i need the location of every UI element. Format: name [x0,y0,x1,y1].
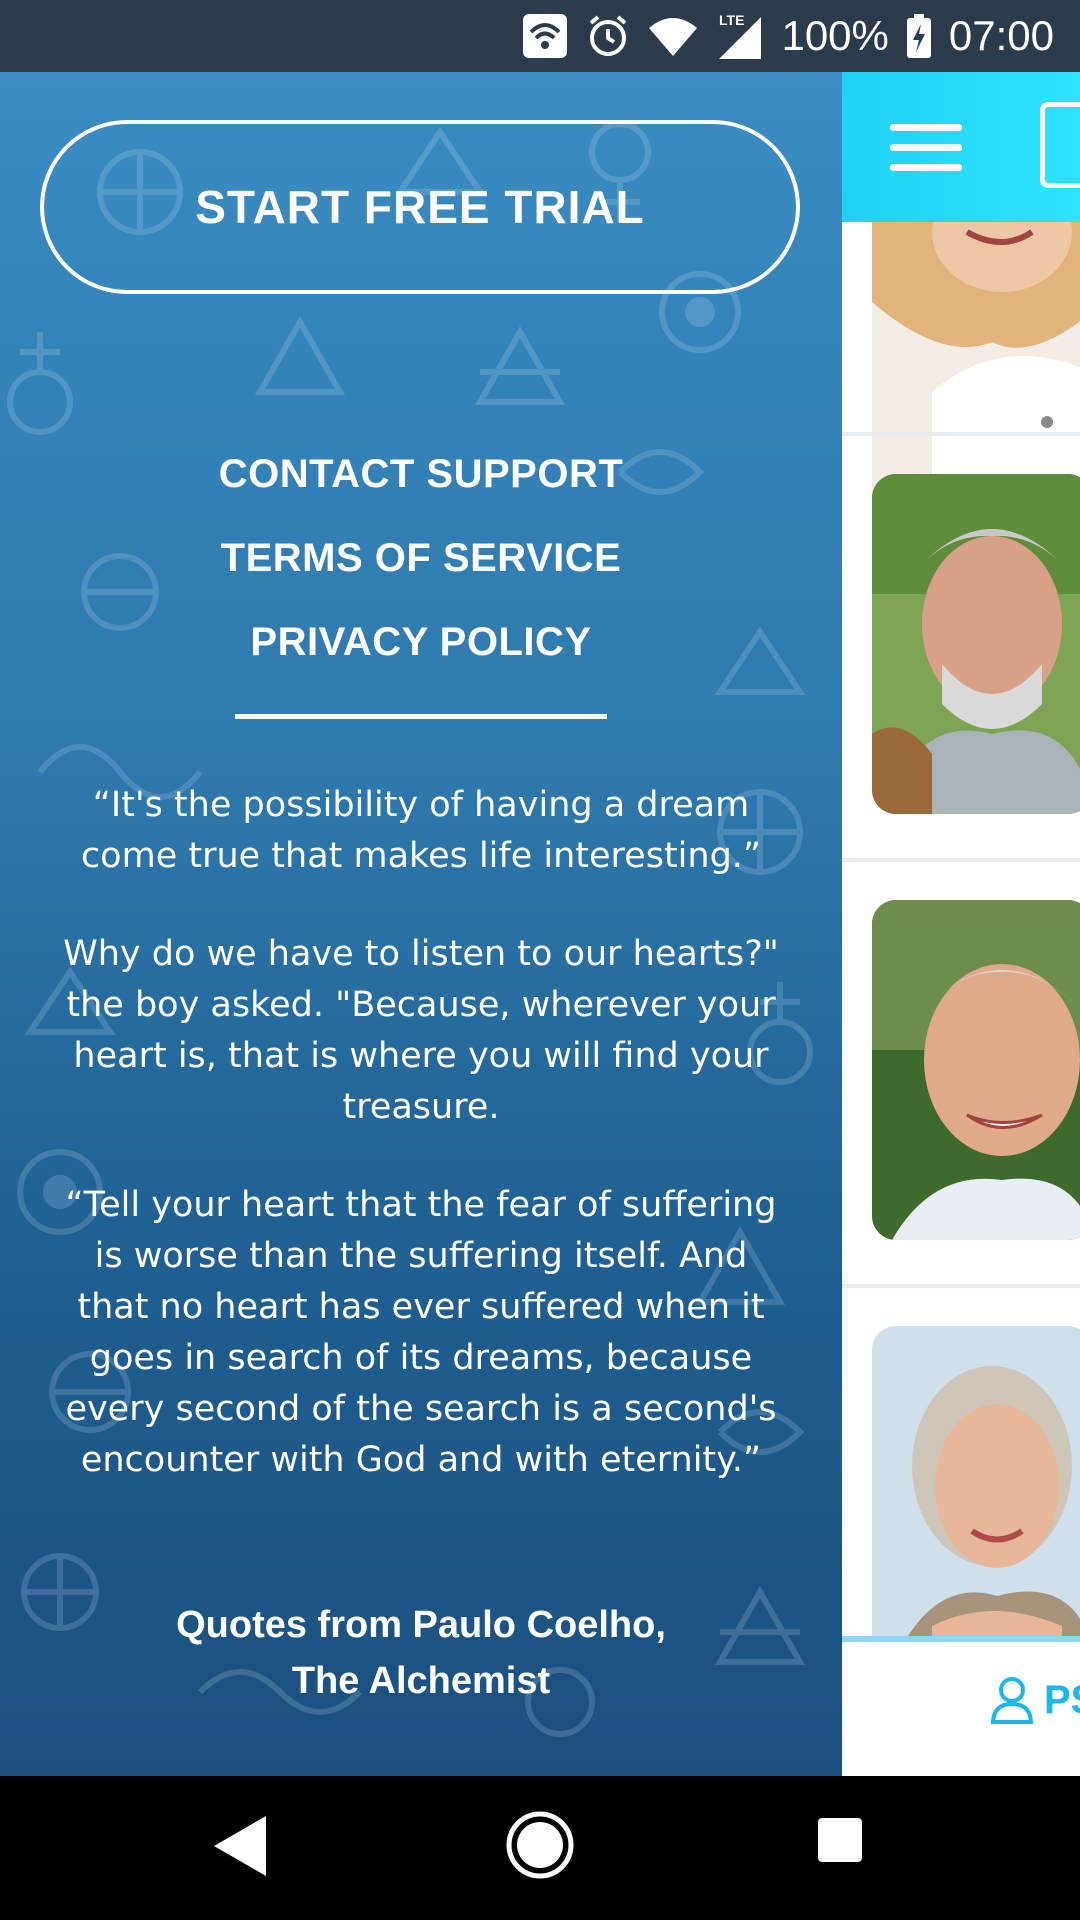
status-bar: LTE 100% 07:00 [0,0,1080,72]
quote-text: Why do we have to listen to our hearts?"… [63,934,779,1127]
alarm-icon [585,13,631,59]
user-icon [990,1677,1034,1724]
battery-charging-icon [905,12,933,60]
terms-of-service-link[interactable]: TERMS OF SERVICE [0,526,842,610]
attribution-author: Quotes from Paulo Coelho, [176,1604,666,1646]
contact-support-link[interactable]: CONTACT SUPPORT [0,442,842,526]
menu-divider [235,714,607,719]
attribution-book: The Alchemist [291,1660,551,1702]
app-header [842,72,1080,222]
menu-icon[interactable] [890,124,962,172]
cards-icon[interactable] [1040,102,1080,188]
list-divider [842,858,1080,862]
advisor-list [842,222,1080,1636]
battery-percentage: 100% [781,12,889,59]
quote-text: “Tell your heart that the fear of suffer… [65,1185,777,1480]
start-free-trial-button[interactable]: START FREE TRIAL [40,120,800,294]
bottom-tab-bar: PS [842,1636,1080,1776]
quote-text: “It's the possibility of having a dream … [80,785,762,876]
wifi-icon [647,14,699,58]
quote-attribution: Quotes from Paulo Coelho, The Alchemist [0,1597,842,1709]
back-icon[interactable] [210,1812,270,1880]
list-divider [842,1284,1080,1288]
list-divider [842,432,1080,436]
recents-icon[interactable] [816,1816,864,1864]
advisor-photo[interactable] [872,900,1080,1240]
status-icons: LTE 100% 07:00 [521,0,1054,72]
drawer-menu: CONTACT SUPPORT TERMS OF SERVICE PRIVACY… [0,442,842,694]
home-icon[interactable] [505,1810,575,1880]
privacy-policy-link[interactable]: PRIVACY POLICY [0,610,842,694]
tab-psychics[interactable]: PS [990,1676,1080,1724]
navigation-bar [0,1776,1080,1920]
clock: 07:00 [948,12,1054,59]
wifi-calling-icon [521,12,569,60]
advisor-photo[interactable] [872,1326,1080,1636]
quotes-section: “It's the possibility of having a dream … [60,780,782,1533]
tab-label: PS [1044,1677,1080,1722]
svg-text:LTE: LTE [719,12,744,28]
navigation-drawer: START FREE TRIAL CONTACT SUPPORT TERMS O… [0,72,842,1776]
advisor-photo[interactable] [872,474,1080,814]
signal-icon: LTE [715,11,765,61]
